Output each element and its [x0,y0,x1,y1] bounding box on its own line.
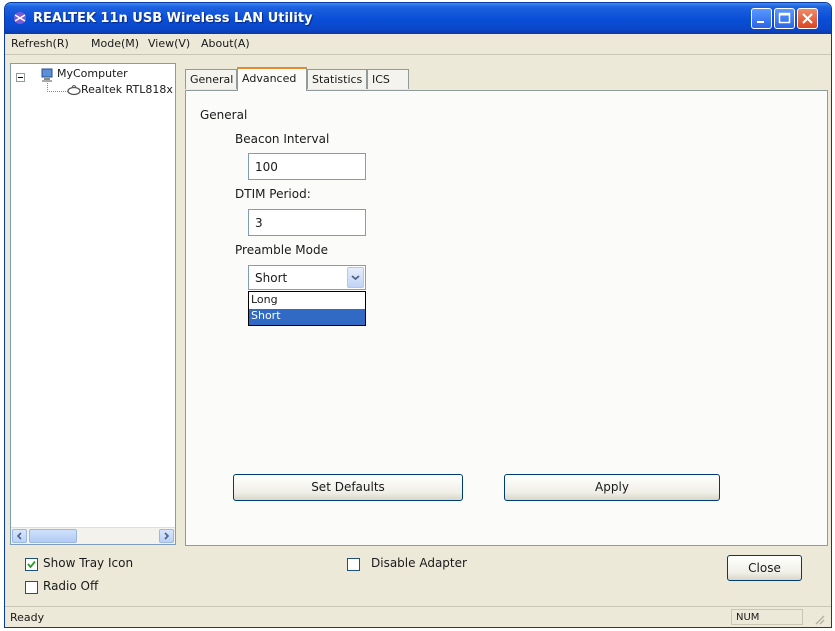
title-bar[interactable]: REALTEK 11n USB Wireless LAN Utility [5,3,831,34]
option-long[interactable]: Long [249,293,365,309]
show-tray-icon-label[interactable]: Show Tray Icon [43,556,133,570]
beacon-interval-input[interactable]: 100 [248,153,366,180]
tree-adapter-label[interactable]: Realtek RTL818x [81,83,175,96]
tab-general[interactable]: General [185,69,237,89]
maximize-icon [778,12,791,24]
disable-adapter-checkbox[interactable] [347,558,360,571]
apply-button[interactable]: Apply [504,474,720,501]
close-window-button[interactable] [797,8,818,29]
chevron-down-icon [351,275,360,281]
scroll-right-button[interactable] [159,529,174,543]
close-button[interactable]: Close [727,555,802,581]
dropdown-button[interactable] [347,267,364,288]
status-bar: Ready NUM [5,606,831,627]
minimize-button[interactable] [751,8,772,29]
show-tray-icon-checkbox[interactable] [25,558,38,571]
app-window: REALTEK 11n USB Wireless LAN Utility Ref… [4,2,832,628]
preamble-mode-label: Preamble Mode [235,243,328,257]
beacon-interval-label: Beacon Interval [235,132,330,146]
num-lock-indicator: NUM [731,609,803,625]
disable-adapter-label[interactable]: Disable Adapter [371,556,467,570]
preamble-options-list: Long Short [248,291,366,326]
option-short[interactable]: Short [249,309,365,325]
computer-icon [41,68,53,82]
window-title: REALTEK 11n USB Wireless LAN Utility [33,11,313,26]
status-text: Ready [10,611,45,624]
preamble-mode-select[interactable]: Short [248,265,366,290]
dtim-period-input[interactable]: 3 [248,209,366,236]
tab-statistics[interactable]: Statistics [307,69,367,89]
radio-off-label[interactable]: Radio Off [43,579,98,593]
group-label: General [200,108,248,122]
device-tree[interactable]: MyComputer Realtek RTL818x [10,63,176,545]
dtim-period-label: DTIM Period: [235,187,311,201]
checkmark-icon [27,560,36,569]
scroll-thumb[interactable] [29,529,77,543]
tree-collapse-toggle[interactable] [16,73,25,82]
menu-about[interactable]: About(A) [201,37,250,50]
preamble-selected-value: Short [255,271,288,285]
menu-mode[interactable]: Mode(M) [91,37,139,50]
maximize-button[interactable] [774,8,795,29]
app-icon [14,12,26,24]
tree-horizontal-scrollbar[interactable] [11,527,175,544]
tree-connector [47,83,68,92]
arrow-left-icon [16,532,22,540]
scroll-left-button[interactable] [12,529,27,543]
radio-off-checkbox[interactable] [25,581,38,594]
set-defaults-button[interactable]: Set Defaults [233,474,463,501]
menu-view[interactable]: View(V) [148,37,190,50]
advanced-panel: General Beacon Interval 100 DTIM Period:… [185,90,828,546]
menu-refresh[interactable]: Refresh(R) [11,37,69,50]
wireless-adapter-icon [67,85,81,96]
resize-grip-icon[interactable] [813,613,825,625]
tab-ics[interactable]: ICS [367,69,409,89]
arrow-right-icon [164,532,170,540]
minimize-icon [757,21,764,23]
menu-bar: Refresh(R) Mode(M) View(V) About(A) [5,34,831,55]
tab-advanced[interactable]: Advanced [237,67,307,91]
tree-root-label[interactable]: MyComputer [57,67,128,80]
close-icon [802,13,813,24]
